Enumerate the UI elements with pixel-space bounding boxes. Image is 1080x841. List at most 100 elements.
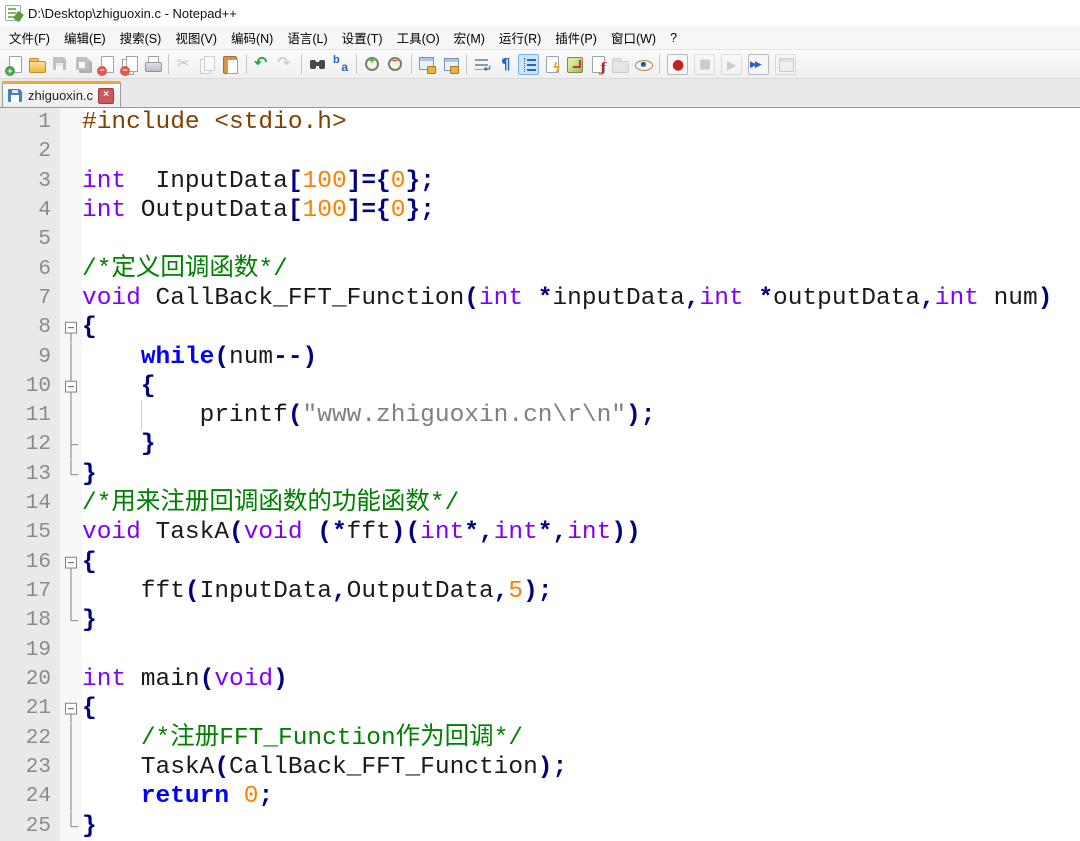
fold-marker[interactable] (60, 547, 82, 577)
menu-item-run[interactable]: 运行(R) (492, 25, 548, 50)
replace-icon[interactable] (330, 54, 351, 75)
code-text[interactable]: } (82, 430, 1080, 459)
menu-item-settings[interactable]: 设置(T) (335, 25, 390, 50)
code-token: /*注册FFT_Function作为回调*/ (140, 724, 524, 752)
code-text[interactable]: { (82, 313, 1080, 342)
line-number: 15 (0, 518, 60, 548)
menu-item-edit[interactable]: 编辑(E) (57, 25, 113, 50)
redo-icon[interactable] (275, 53, 296, 75)
code-token: InputData (199, 578, 332, 605)
code-token: ); (537, 753, 568, 781)
new-file-icon[interactable] (4, 54, 25, 76)
code-token: ) (273, 665, 288, 693)
zoom-out-icon[interactable] (385, 54, 406, 75)
code-text[interactable]: { (82, 372, 1080, 401)
code-text[interactable]: void TaskA(void (*fft)(int*,int*,int)) (82, 518, 1080, 547)
code-text[interactable]: /*定义回调函数*/ (82, 255, 1080, 284)
cut-icon[interactable] (174, 54, 195, 75)
fold-marker[interactable] (60, 313, 82, 343)
zoom-in-icon[interactable] (362, 54, 383, 75)
code-token: outputData (773, 284, 921, 312)
code-token: InputData (126, 167, 288, 195)
macro-save-icon[interactable] (775, 53, 796, 75)
code-token: /*定义回调函数*/ (82, 255, 288, 283)
find-icon[interactable] (307, 54, 328, 75)
code-token: ; (258, 783, 274, 811)
macro-stop-icon[interactable] (694, 53, 715, 75)
line-number: 24 (0, 782, 60, 812)
code-text[interactable]: { (82, 548, 1080, 577)
save-all-icon[interactable] (73, 54, 94, 75)
show-all-chars-icon[interactable] (495, 54, 516, 75)
menu-item-plugins[interactable]: 插件(P) (548, 25, 604, 50)
code-line: 4 int OutputData[100]={0}; (0, 195, 1080, 226)
menu-item-view[interactable]: 视图(V) (168, 25, 224, 50)
fold-marker (60, 782, 82, 812)
line-number: 14 (0, 489, 60, 519)
code-text[interactable]: /*注册FFT_Function作为回调*/ (82, 724, 1080, 753)
tab-close-icon[interactable]: × (98, 87, 115, 104)
code-text[interactable]: return 0; (82, 782, 1080, 811)
sync-h-icon[interactable] (440, 54, 461, 75)
menu-item-window[interactable]: 窗口(W) (604, 25, 663, 50)
code-editor[interactable]: 1 #include <stdio.h> 2 3 int InputData[100]=… (0, 108, 1080, 841)
code-text[interactable]: TaskA(CallBack_FFT_Function); (82, 753, 1080, 782)
fold-marker[interactable] (60, 694, 82, 724)
code-text[interactable]: { (82, 694, 1080, 723)
code-line: 17 fft(InputData,OutputData,5); (0, 577, 1080, 607)
word-wrap-icon[interactable] (472, 54, 493, 75)
code-line: 21 { (0, 694, 1080, 724)
menu-item-language[interactable]: 语言(L) (280, 25, 334, 50)
code-text[interactable]: while(num--) (82, 343, 1080, 372)
folder-workspace-icon[interactable] (610, 54, 631, 75)
monitoring-icon[interactable] (633, 54, 654, 75)
macro-run-multiple-icon[interactable] (748, 53, 769, 75)
code-text[interactable] (82, 137, 1080, 166)
menu-item-macro[interactable]: 宏(M) (447, 25, 492, 50)
fold-marker (60, 195, 82, 226)
open-icon[interactable] (27, 54, 48, 75)
line-number: 25 (0, 811, 60, 841)
menu-item-help[interactable]: ? (663, 28, 684, 48)
menu-item-tools[interactable]: 工具(O) (390, 25, 447, 50)
code-text[interactable] (82, 636, 1080, 665)
define-language-icon[interactable] (541, 54, 562, 76)
code-token: int (82, 167, 127, 195)
tab-zhiguoxin.c[interactable]: zhiguoxin.c × (2, 81, 122, 107)
code-token: ( (464, 284, 479, 312)
line-number: 6 (0, 254, 60, 284)
saved-state-floppy-icon (8, 89, 22, 102)
code-text[interactable]: int main(void) (82, 665, 1080, 694)
fold-marker[interactable] (60, 371, 82, 402)
code-text[interactable]: int InputData[100]={0}; (82, 167, 1080, 196)
code-text[interactable]: } (82, 460, 1080, 489)
code-text[interactable] (82, 225, 1080, 254)
menu-item-file[interactable]: 文件(F) (2, 25, 57, 50)
macro-play-icon[interactable] (721, 53, 742, 75)
function-list-icon[interactable] (587, 54, 608, 76)
code-text[interactable]: /*用来注册回调函数的功能函数*/ (82, 489, 1080, 518)
code-token: 0 (390, 167, 406, 195)
close-icon[interactable] (96, 54, 117, 76)
code-text[interactable]: #include <stdio.h> (82, 108, 1080, 137)
code-text[interactable]: int OutputData[100]={0}; (82, 196, 1080, 225)
code-text[interactable]: fft(InputData,OutputData,5); (82, 577, 1080, 606)
code-text[interactable]: } (82, 812, 1080, 841)
code-text[interactable]: void CallBack_FFT_Function(int *inputDat… (82, 284, 1080, 313)
menu-item-search[interactable]: 搜索(S) (113, 25, 169, 50)
print-icon[interactable] (142, 54, 163, 75)
close-all-icon[interactable] (119, 54, 140, 76)
code-text[interactable]: printf("www.zhiguoxin.cn\r\n"); (82, 401, 1080, 431)
save-icon[interactable] (50, 54, 71, 75)
menu-item-encoding[interactable]: 编码(N) (224, 25, 280, 50)
paste-icon[interactable] (220, 54, 241, 75)
undo-icon[interactable] (252, 53, 273, 75)
code-token: ]={ (346, 196, 391, 224)
code-text[interactable]: } (82, 606, 1080, 635)
macro-record-icon[interactable] (667, 53, 688, 75)
toolbar-separator (356, 54, 357, 74)
indent-guide-icon[interactable] (518, 53, 539, 75)
copy-icon[interactable] (197, 54, 218, 75)
doc-map-icon[interactable] (564, 54, 585, 75)
sync-v-icon[interactable] (417, 54, 438, 75)
